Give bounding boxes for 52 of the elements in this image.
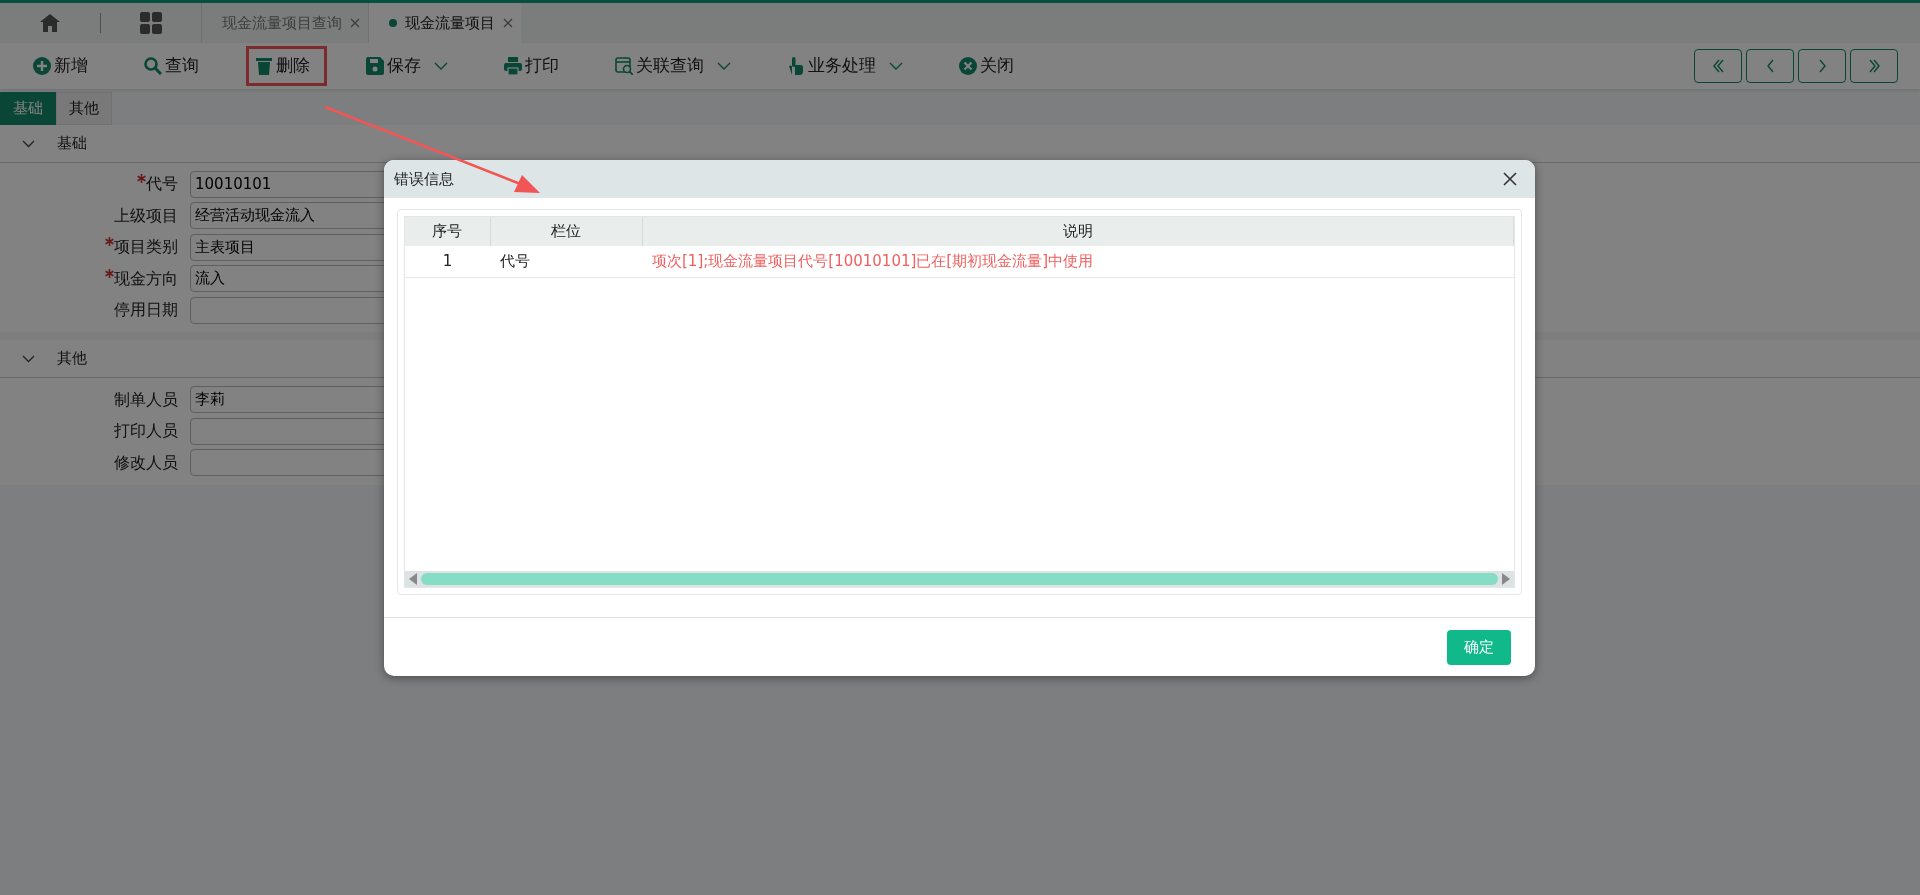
first-page-button[interactable]: [1694, 49, 1742, 83]
toolbar-button[interactable]: 打印: [495, 46, 576, 86]
toolbar-button[interactable]: 业务处理: [778, 46, 920, 86]
next-button[interactable]: [1798, 49, 1846, 83]
horizontal-scrollbar[interactable]: [405, 571, 1514, 587]
toolbar-button[interactable]: 删除: [246, 46, 327, 86]
field-label: 代号: [146, 174, 178, 194]
first-page-icon: [1710, 59, 1726, 73]
form-tab[interactable]: 其他: [56, 92, 112, 125]
caret-icon: [434, 61, 448, 71]
toolbar-button[interactable]: 保存: [357, 46, 465, 86]
form-tab[interactable]: 基础: [0, 92, 56, 125]
toolbar-button[interactable]: 查询: [135, 46, 216, 86]
search-icon: [144, 57, 162, 75]
field-label: 停用日期: [114, 300, 178, 320]
previous-button[interactable]: [1746, 49, 1794, 83]
grid-icon[interactable]: [140, 12, 162, 34]
caret-icon: [717, 61, 731, 71]
toolbar-button[interactable]: 关闭: [950, 46, 1031, 86]
last-page-icon: [1866, 59, 1882, 73]
scrollbar-thumb[interactable]: [421, 573, 1498, 585]
caret-icon: [889, 61, 903, 71]
status-dot-icon: [389, 19, 397, 27]
field-label: 打印人员: [114, 421, 178, 441]
column-header: 栏位: [490, 217, 642, 246]
close-icon[interactable]: [1503, 172, 1517, 186]
printer-icon: [504, 57, 522, 75]
toolbar-button[interactable]: 新增: [24, 46, 105, 86]
column-header: 说明: [642, 217, 1514, 246]
page-tab[interactable]: 现金流量项目: [368, 3, 521, 43]
field-label: 现金方向: [114, 268, 178, 288]
pointing-hand-icon: [787, 57, 805, 75]
last-page-button[interactable]: [1850, 49, 1898, 83]
scroll-left-icon[interactable]: [409, 573, 417, 585]
field-label: 制单人员: [114, 389, 178, 409]
home-icon[interactable]: [40, 14, 60, 32]
field-label: 上级项目: [114, 205, 178, 225]
window-search-icon: [615, 57, 633, 75]
column-header: 序号: [405, 217, 490, 246]
toolbar-button[interactable]: 关联查询: [606, 46, 748, 86]
trash-icon: [255, 57, 273, 75]
field-label: 项目类别: [114, 237, 178, 257]
field-label: 修改人员: [114, 452, 178, 472]
confirm-button[interactable]: 确定: [1447, 629, 1511, 665]
table-cell: 1: [405, 246, 490, 277]
table-cell: 项次[1];现金流量项目代号[10010101]已在[期初现金流量]中使用: [642, 246, 1514, 277]
close-circle-icon: [959, 57, 977, 75]
section-title: 其他: [57, 348, 87, 370]
table-cell: 代号: [490, 246, 642, 277]
section-title: 基础: [57, 132, 87, 154]
plus-circle-icon: [33, 57, 51, 75]
scroll-right-icon[interactable]: [1502, 573, 1510, 585]
